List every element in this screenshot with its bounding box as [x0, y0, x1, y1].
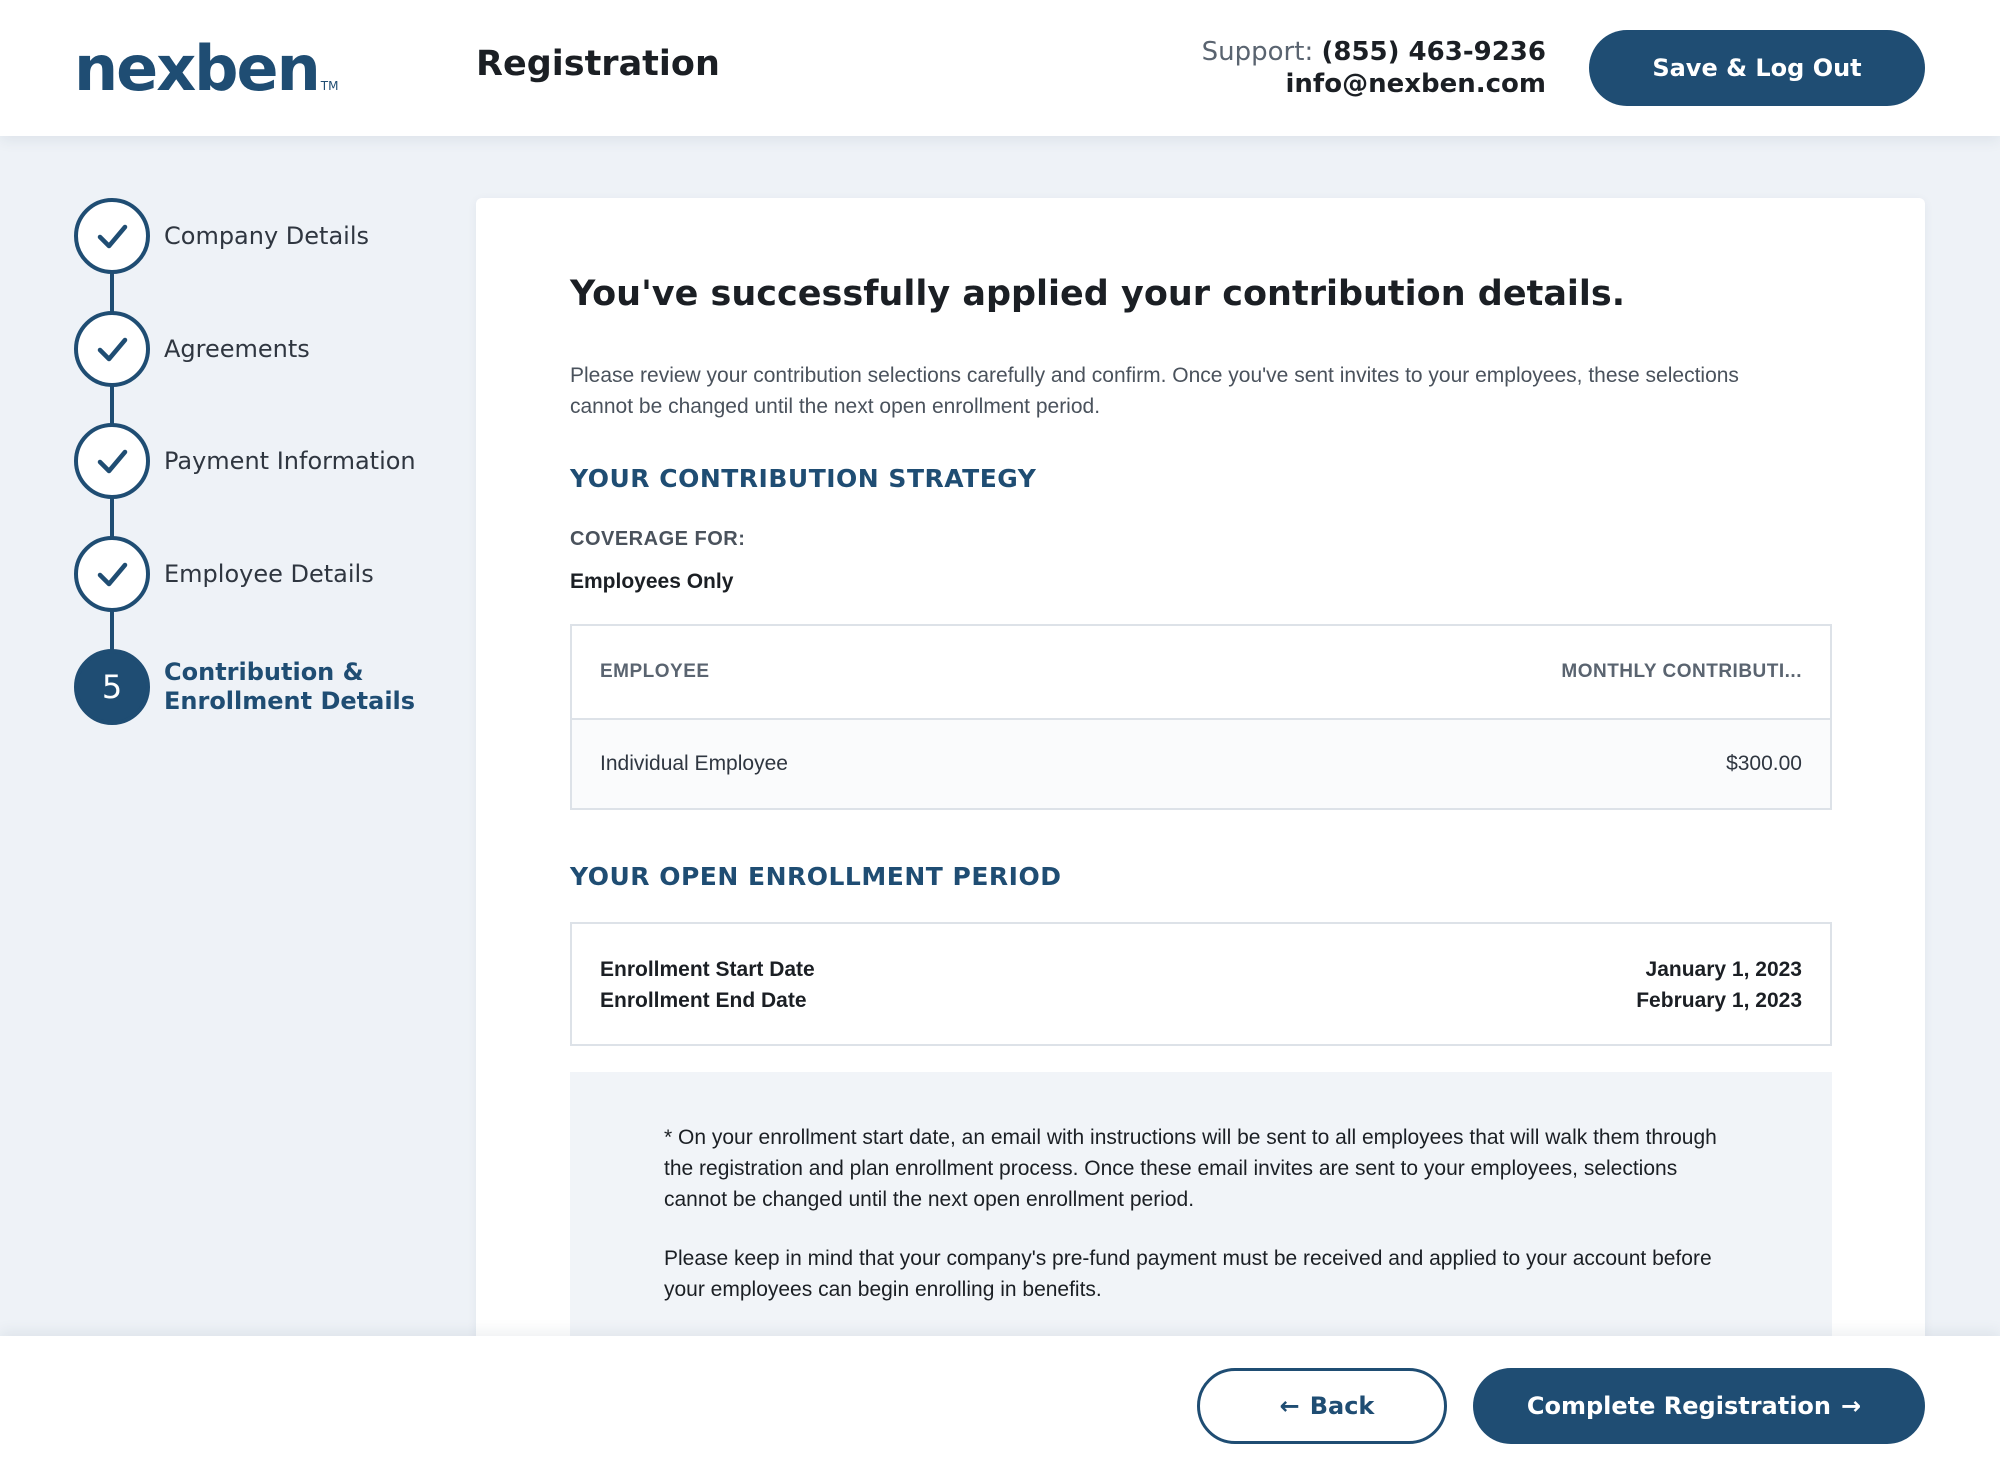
notice-paragraph-2: Please keep in mind that your company's … [664, 1247, 1712, 1301]
step-employee-details[interactable]: Employee Details [74, 536, 454, 612]
nexben-logo[interactable]: nexben TM [74, 32, 338, 105]
complete-registration-label: Complete Registration [1526, 1392, 1831, 1420]
open-enrollment-heading: YOUR OPEN ENROLLMENT PERIOD [570, 862, 1062, 891]
check-icon [97, 337, 128, 362]
check-icon [97, 224, 128, 249]
arrow-right-icon: → [1841, 1392, 1862, 1420]
step-label-line2: Enrollment Details [164, 687, 416, 715]
step-label: Payment Information [164, 446, 416, 475]
step-complete-circle [74, 536, 150, 612]
intro-text: Please review your contribution selectio… [570, 364, 1739, 418]
complete-registration-button[interactable]: Complete Registration → [1473, 1368, 1925, 1444]
enrollment-end-label: Enrollment End Date [600, 989, 807, 1012]
page-title: Registration [476, 44, 720, 84]
enrollment-end-date: February 1, 2023 [1636, 989, 1802, 1012]
contribution-strategy-heading: YOUR CONTRIBUTION STRATEGY [570, 464, 1037, 493]
step-label: Company Details [164, 221, 370, 250]
step-contribution-enrollment[interactable]: 5 Contribution & Enrollment Details [74, 649, 454, 725]
save-and-log-out-button[interactable]: Save & Log Out [1589, 30, 1925, 106]
table-row: Individual Employee $300.00 [572, 720, 1830, 808]
step-label-active: Contribution & Enrollment Details [164, 658, 415, 716]
arrow-left-icon: ← [1279, 1392, 1300, 1420]
back-button-label: Back [1309, 1392, 1375, 1420]
enrollment-start-date: January 1, 2023 [1645, 958, 1802, 981]
column-header-monthly-contribution: MONTHLY CONTRIBUTI... [1561, 661, 1802, 682]
contribution-table: EMPLOYEE MONTHLY CONTRIBUTI... Individua… [570, 624, 1832, 810]
step-label: Employee Details [164, 559, 374, 588]
step-company-details[interactable]: Company Details [74, 198, 454, 274]
support-phone[interactable]: (855) 463-9236 [1321, 37, 1546, 67]
step-complete-circle [74, 423, 150, 499]
step-payment-information[interactable]: Payment Information [74, 423, 454, 499]
support-label: Support: [1201, 37, 1314, 67]
support-email[interactable]: info@nexben.com [1202, 68, 1546, 100]
enrollment-period-box: Enrollment Start Date Enrollment End Dat… [570, 922, 1832, 1046]
employee-type-cell: Individual Employee [600, 752, 788, 775]
enrollment-labels: Enrollment Start Date Enrollment End Dat… [600, 954, 815, 1044]
coverage-value: Employees Only [570, 570, 734, 593]
enrollment-start-label: Enrollment Start Date [600, 958, 815, 981]
main-card: You've successfully applied your contrib… [476, 198, 1925, 1398]
bottom-action-bar: ← Back Complete Registration → [0, 1336, 2000, 1473]
step-complete-circle [74, 311, 150, 387]
top-header: nexben TM Registration Support: (855) 463… [0, 0, 2000, 136]
check-icon [97, 562, 128, 587]
step-label: Agreements [164, 334, 310, 363]
check-icon [97, 449, 128, 474]
step-number-circle: 5 [74, 649, 150, 725]
coverage-label: COVERAGE FOR: [570, 528, 746, 550]
step-agreements[interactable]: Agreements [74, 311, 454, 387]
back-button[interactable]: ← Back [1197, 1368, 1447, 1444]
notice-paragraph-1: * On your enrollment start date, an emai… [664, 1126, 1717, 1211]
column-header-employee: EMPLOYEE [600, 661, 710, 682]
enrollment-notice: * On your enrollment start date, an emai… [570, 1072, 1832, 1372]
step-label-line1: Contribution & [164, 658, 364, 686]
contribution-amount-cell: $300.00 [1726, 752, 1802, 775]
table-header: EMPLOYEE MONTHLY CONTRIBUTI... [572, 626, 1830, 720]
logo-text: nexben [74, 32, 321, 105]
step-complete-circle [74, 198, 150, 274]
support-info: Support: (855) 463-9236 info@nexben.com [1202, 36, 1546, 100]
enrollment-values: January 1, 2023 February 1, 2023 [1636, 954, 1802, 1044]
logo-trademark: TM [320, 79, 339, 93]
success-heading: You've successfully applied your contrib… [570, 274, 1626, 314]
